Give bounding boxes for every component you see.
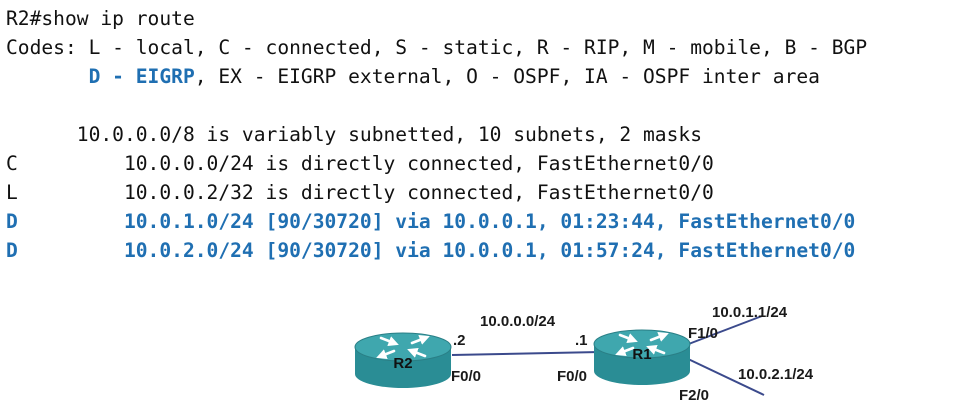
r2-host-label: .2 bbox=[453, 332, 466, 349]
r1-host-label: .1 bbox=[575, 332, 588, 349]
r1-f1-network-label: 10.0.1.1/24 bbox=[712, 304, 788, 321]
router-r2[interactable]: R2 bbox=[354, 332, 452, 388]
router-r1-label: R1 bbox=[632, 346, 651, 363]
r1-f2-interface-label: F2/0 bbox=[679, 387, 709, 404]
link-r2-r1 bbox=[451, 351, 601, 356]
network-topology-diagram: R2 R1 10.0.0.0/24 .2 .1 F0/0 F0/0 F1/0 1… bbox=[354, 304, 814, 404]
r2-interface-label: F0/0 bbox=[451, 368, 481, 385]
lan-network-label: 10.0.0.0/24 bbox=[480, 313, 556, 330]
r1-interface-label: F0/0 bbox=[557, 368, 587, 385]
router-r1[interactable]: R1 bbox=[593, 329, 691, 385]
router-r2-label: R2 bbox=[393, 355, 412, 372]
r1-f2-network-label: 10.0.2.1/24 bbox=[738, 366, 814, 383]
r1-f1-interface-label: F1/0 bbox=[688, 325, 718, 342]
